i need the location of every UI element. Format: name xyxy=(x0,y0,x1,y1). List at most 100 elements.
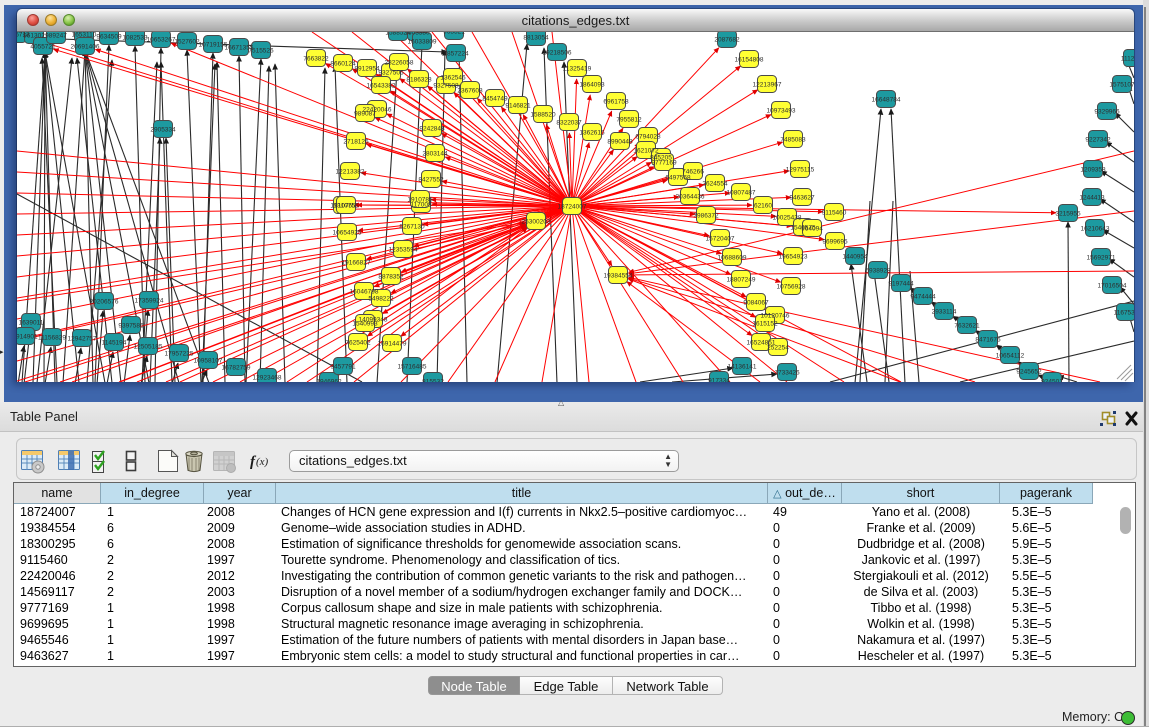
svg-text:8912954: 8912954 xyxy=(354,66,380,73)
svg-text:9327506: 9327506 xyxy=(378,70,404,77)
svg-text:1145194: 1145194 xyxy=(102,340,127,347)
svg-text:1540993: 1540993 xyxy=(352,321,378,328)
svg-text:7986372: 7986372 xyxy=(693,213,719,220)
svg-text:6794028: 6794028 xyxy=(635,134,661,141)
svg-text:1910785: 1910785 xyxy=(407,197,433,204)
svg-text:9197444: 9197444 xyxy=(888,281,914,288)
svg-text:19218506: 19218506 xyxy=(543,50,572,57)
svg-text:7946962: 7946962 xyxy=(316,379,342,383)
svg-text:5938928: 5938928 xyxy=(865,268,891,275)
svg-text:8878352: 8878352 xyxy=(378,274,404,281)
svg-text:2933114: 2933114 xyxy=(932,309,957,316)
svg-text:1440954: 1440954 xyxy=(842,254,868,261)
svg-text:1603380: 1603380 xyxy=(404,32,430,37)
svg-text:9777169: 9777169 xyxy=(651,160,677,167)
svg-text:8471676: 8471676 xyxy=(975,337,1001,344)
svg-text:7632621: 7632621 xyxy=(954,323,980,330)
svg-text:9084067: 9084067 xyxy=(743,300,769,307)
svg-text:989247: 989247 xyxy=(45,33,67,40)
svg-text:5498222: 5498222 xyxy=(368,296,394,303)
svg-text:12213382: 12213382 xyxy=(336,169,365,176)
svg-text:12213967: 12213967 xyxy=(753,82,782,89)
svg-text:7857224: 7857224 xyxy=(443,51,469,58)
svg-text:1621072: 1621072 xyxy=(633,148,659,155)
svg-text:8454749: 8454749 xyxy=(482,96,508,103)
svg-text:815532: 815532 xyxy=(422,379,444,383)
svg-text:19166827: 19166827 xyxy=(342,260,371,267)
svg-text:15692971: 15692971 xyxy=(1087,255,1116,262)
svg-text:10653267: 10653267 xyxy=(147,37,176,44)
svg-text:14136141: 14136141 xyxy=(728,364,757,371)
svg-text:8660124: 8660124 xyxy=(330,61,356,68)
svg-text:3914901: 3914901 xyxy=(17,334,38,341)
svg-text:16914479: 16914479 xyxy=(378,341,407,348)
svg-text:9329966: 9329966 xyxy=(1094,109,1120,116)
svg-text:25300203: 25300203 xyxy=(522,219,551,226)
svg-text:2803144: 2803144 xyxy=(422,151,448,158)
svg-text:963321: 963321 xyxy=(443,32,465,36)
svg-text:18807249: 18807249 xyxy=(727,277,756,284)
svg-text:917334: 917334 xyxy=(708,378,730,383)
svg-text:18724007: 18724007 xyxy=(558,204,587,211)
svg-text:1167534: 1167534 xyxy=(1114,310,1134,317)
svg-text:9463627: 9463627 xyxy=(789,195,815,202)
svg-text:17359924: 17359924 xyxy=(135,298,164,305)
svg-text:1112045: 1112045 xyxy=(1121,56,1134,63)
svg-text:16543382: 16543382 xyxy=(367,83,396,90)
svg-text:1864093: 1864093 xyxy=(579,82,605,89)
svg-text:1362546: 1362546 xyxy=(440,75,466,82)
svg-text:7663822: 7663822 xyxy=(303,56,329,63)
svg-text:9245652: 9245652 xyxy=(1016,369,1042,376)
svg-text:6961758: 6961758 xyxy=(603,99,629,106)
svg-text:17016504: 17016504 xyxy=(1098,283,1127,290)
svg-text:6497568: 6497568 xyxy=(665,175,691,182)
svg-text:62160: 62160 xyxy=(754,203,772,210)
svg-text:16154808: 16154808 xyxy=(735,57,764,64)
svg-text:1362615: 1362615 xyxy=(579,130,605,137)
svg-text:12942757: 12942757 xyxy=(68,336,97,343)
svg-text:1209358: 1209358 xyxy=(1080,167,1106,174)
svg-text:10120746: 10120746 xyxy=(761,313,790,320)
svg-text:20364436: 20364436 xyxy=(676,194,705,201)
svg-text:11325419: 11325419 xyxy=(563,66,592,73)
svg-text:9699695: 9699695 xyxy=(822,239,848,246)
svg-text:10719155: 10719155 xyxy=(199,42,228,49)
svg-text:19654923: 19654923 xyxy=(779,254,808,261)
svg-text:16046798: 16046798 xyxy=(350,289,379,296)
svg-text:9115460: 9115460 xyxy=(822,210,847,217)
svg-text:9397586: 9397586 xyxy=(118,323,144,330)
svg-text:7955812: 7955812 xyxy=(616,117,642,124)
svg-text:10025438: 10025438 xyxy=(773,215,802,222)
svg-text:7625402: 7625402 xyxy=(345,340,371,347)
svg-text:10756928: 10756928 xyxy=(777,284,806,291)
svg-text:12975115: 12975115 xyxy=(786,167,815,174)
svg-text:9227342: 9227342 xyxy=(1085,137,1111,144)
svg-text:9474444: 9474444 xyxy=(910,294,936,301)
svg-text:16033809: 16033809 xyxy=(408,39,437,46)
svg-text:10958107: 10958107 xyxy=(194,358,223,365)
svg-text:9146821: 9146821 xyxy=(505,103,531,110)
svg-text:1615152: 1615152 xyxy=(752,321,778,328)
svg-text:1575107: 1575107 xyxy=(1109,82,1134,89)
svg-text:16648784: 16648784 xyxy=(872,97,901,104)
svg-text:10654925: 10654925 xyxy=(333,230,362,237)
svg-text:964094: 964094 xyxy=(801,226,823,233)
svg-text:3624554: 3624554 xyxy=(702,181,728,188)
svg-text:2367608: 2367608 xyxy=(457,88,483,95)
svg-text:(x): (x) xyxy=(256,456,269,468)
svg-text:12923468: 12923468 xyxy=(253,375,282,382)
svg-text:9457791: 9457791 xyxy=(330,364,356,371)
svg-text:924501: 924501 xyxy=(1041,379,1063,383)
svg-text:2087682: 2087682 xyxy=(714,37,740,44)
svg-text:17957225: 17957225 xyxy=(165,351,194,358)
svg-text:9327508: 9327508 xyxy=(433,83,459,90)
svg-text:1733426: 1733426 xyxy=(774,370,800,377)
svg-text:10807487: 10807487 xyxy=(727,190,756,197)
svg-text:20691406: 20691406 xyxy=(71,44,100,51)
svg-text:10654112: 10654112 xyxy=(996,353,1025,360)
svg-text:3215955: 3215955 xyxy=(1055,211,1081,218)
svg-text:7485083: 7485083 xyxy=(780,137,806,144)
svg-text:8427552: 8427552 xyxy=(418,177,444,184)
svg-text:19384554: 19384554 xyxy=(604,273,633,280)
svg-text:8186328: 8186328 xyxy=(406,77,432,84)
